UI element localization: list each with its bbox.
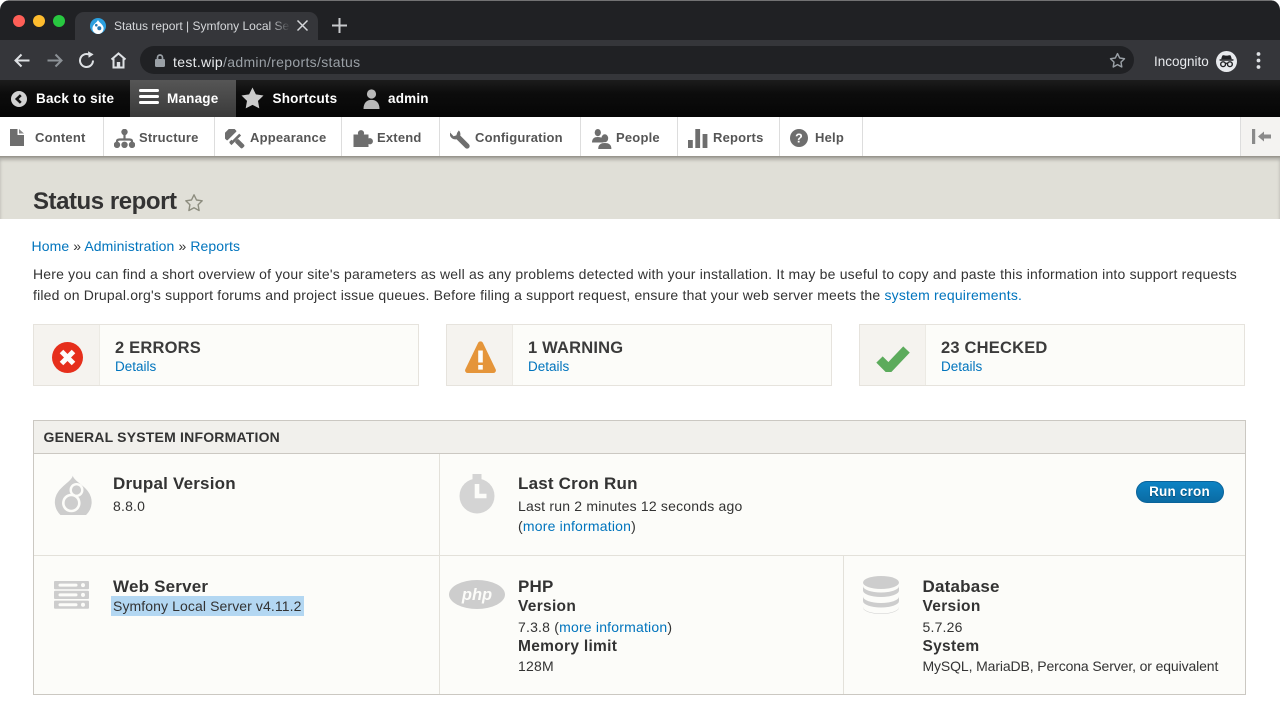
svg-text:php: php	[460, 586, 491, 604]
svg-text:?: ?	[795, 131, 803, 145]
